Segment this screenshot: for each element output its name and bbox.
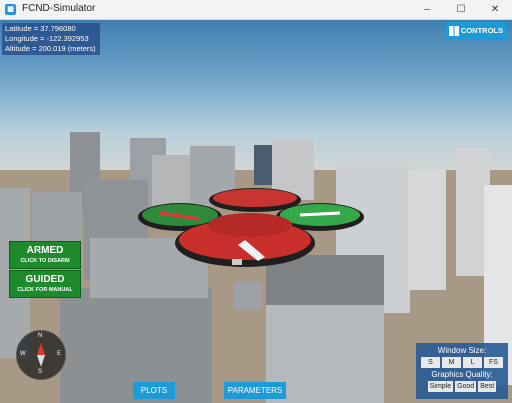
latitude-readout: Latitude = 37.796080 bbox=[5, 24, 76, 33]
maximize-button[interactable]: ☐ bbox=[444, 0, 478, 19]
graphics-quality-label: Graphics Quality: bbox=[431, 370, 493, 379]
building bbox=[254, 145, 272, 185]
armed-subtitle: CLICK TO DISARM bbox=[20, 258, 70, 264]
building bbox=[234, 282, 262, 310]
controls-icon bbox=[449, 26, 459, 36]
altitude-readout: Altitude = 200.019 (meters) bbox=[5, 44, 96, 53]
controls-label: CONTROLS bbox=[460, 26, 503, 35]
quadcopter bbox=[138, 188, 364, 267]
guided-button[interactable]: GUIDED CLICK FOR MANUAL bbox=[9, 270, 81, 298]
guided-title: GUIDED bbox=[25, 274, 65, 285]
window-size-label: Window Size: bbox=[437, 346, 487, 355]
quality-best[interactable]: Best bbox=[478, 381, 497, 392]
window-size-s[interactable]: S bbox=[421, 357, 440, 368]
controls-button[interactable]: CONTROLS bbox=[445, 22, 507, 40]
telemetry-panel: Latitude = 37.796080 Longitude = -122.39… bbox=[2, 23, 100, 55]
quality-good[interactable]: Good bbox=[455, 381, 477, 392]
armed-button[interactable]: ARMED CLICK TO DISARM bbox=[9, 241, 81, 269]
window-size-m[interactable]: M bbox=[442, 357, 461, 368]
compass-east: E bbox=[57, 351, 62, 357]
app-icon: ▦ bbox=[5, 4, 16, 15]
window-size-l[interactable]: L bbox=[463, 357, 482, 368]
compass-south: S bbox=[38, 369, 43, 375]
close-button[interactable]: ✕ bbox=[478, 0, 512, 19]
plots-button[interactable]: PLOTS bbox=[133, 382, 175, 399]
compass-west: W bbox=[20, 351, 26, 357]
minimize-button[interactable]: – bbox=[410, 0, 444, 19]
settings-panel: Window Size: S M L FS Graphics Quality: Sim… bbox=[416, 343, 508, 399]
simulator-window: ▦ FCND-Simulator – ☐ ✕ Latitude = 37.796… bbox=[0, 0, 512, 403]
compass-needle-icon bbox=[37, 343, 45, 367]
longitude-readout: Longitude = -122.392953 bbox=[5, 34, 89, 43]
compass: N S E W bbox=[16, 330, 66, 380]
window-size-options: S M L FS bbox=[416, 357, 508, 368]
compass-north: N bbox=[38, 333, 43, 339]
armed-title: ARMED bbox=[26, 245, 64, 256]
quality-simple[interactable]: Simple bbox=[427, 381, 454, 392]
guided-subtitle: CLICK FOR MANUAL bbox=[17, 287, 73, 293]
window-size-fs[interactable]: FS bbox=[484, 357, 503, 368]
building bbox=[408, 170, 446, 290]
3d-viewport[interactable]: Latitude = 37.796080 Longitude = -122.39… bbox=[0, 20, 512, 403]
title-bar[interactable]: ▦ FCND-Simulator – ☐ ✕ bbox=[0, 0, 512, 20]
graphics-quality-options: Simple Good Best bbox=[416, 381, 508, 392]
parameters-button[interactable]: PARAMETERS bbox=[224, 382, 286, 399]
window-title: FCND-Simulator bbox=[22, 3, 96, 14]
